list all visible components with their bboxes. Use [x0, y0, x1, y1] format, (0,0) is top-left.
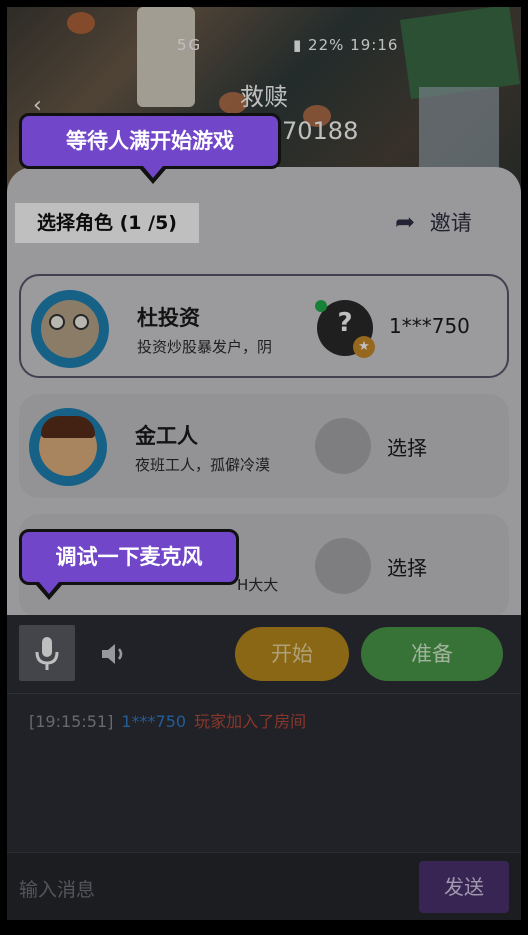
start-button[interactable]: 开始 — [235, 627, 349, 681]
role-card[interactable]: 金工人 夜班工人，孤僻冷漠 选择 — [19, 394, 509, 498]
player-slot: ? ★ — [315, 300, 375, 358]
role-name: 金工人 — [135, 424, 198, 448]
ready-button[interactable]: 准备 — [361, 627, 503, 681]
chat-log: [19:15:51] 1***750 玩家加入了房间 — [7, 694, 521, 852]
role-description: 夜班工人，孤僻冷漠 — [135, 456, 271, 474]
chat-text: 玩家加入了房间 — [194, 712, 307, 731]
role-name: 杜投资 — [137, 306, 200, 330]
choose-role-button[interactable]: 选择 — [387, 432, 427, 461]
role-avatar — [29, 408, 107, 486]
select-role-label: 选择角色 (1 /5) — [15, 203, 199, 243]
invite-label: 邀请 — [429, 211, 472, 235]
room-title: 救赎 — [240, 83, 288, 111]
player-name: 1***750 — [389, 314, 470, 338]
share-arrow-icon: ➦ — [395, 208, 416, 236]
message-input[interactable]: 输入消息 — [19, 875, 95, 902]
chat-message: [19:15:51] 1***750 玩家加入了房间 — [29, 708, 306, 732]
role-card[interactable]: 杜投资 投资炒股暴发户，阴 ? ★ 1***750 — [19, 274, 509, 378]
avatar-face — [41, 300, 99, 358]
message-input-bar: 输入消息 发送 — [7, 852, 521, 920]
room-id: 70188 — [282, 117, 359, 145]
avatar-eye — [73, 314, 89, 330]
tooltip-text: 等待人满开始游戏 — [66, 129, 234, 153]
empty-slot — [315, 418, 371, 474]
choose-role-button[interactable]: 选择 — [387, 552, 427, 581]
speaker-icon[interactable] — [99, 639, 129, 669]
tooltip-text: 调试一下麦克风 — [55, 545, 203, 569]
microphone-button[interactable] — [19, 625, 75, 681]
wait-tooltip: 等待人满开始游戏 — [19, 113, 281, 184]
avatar-hair — [41, 416, 95, 438]
unknown-player-icon: ? — [337, 308, 353, 338]
mic-tooltip: 调试一下麦克风 — [19, 529, 239, 600]
star-badge-icon: ★ — [353, 336, 375, 358]
microphone-icon — [35, 637, 59, 670]
app-screen: 5G ▮ 22% 19:16 ‹ 救赎 70188 选择角色 (1 /5) ➦ … — [7, 7, 521, 920]
network-indicator: 5G — [177, 36, 203, 54]
status-icons: ▮ 22% 19:16 — [293, 36, 398, 54]
avatar-eye — [49, 314, 65, 330]
lantern — [67, 12, 95, 34]
control-bar: 开始 准备 — [7, 615, 521, 693]
chat-username[interactable]: 1***750 — [121, 712, 186, 731]
chat-timestamp: [19:15:51] — [29, 712, 114, 731]
battery-icon: ▮ — [293, 36, 303, 54]
invite-button[interactable]: ➦ 邀请 — [395, 207, 472, 237]
empty-slot — [315, 538, 371, 594]
role-avatar — [31, 290, 109, 368]
send-button[interactable]: 发送 — [419, 861, 509, 913]
role-description: 投资炒股暴发户，阴 — [137, 338, 273, 356]
clock: 19:16 — [350, 36, 399, 54]
role-description: H大大 — [237, 576, 279, 594]
device-frame: 5G ▮ 22% 19:16 ‹ 救赎 70188 选择角色 (1 /5) ➦ … — [0, 0, 528, 935]
tooltip-pointer — [140, 166, 166, 184]
tooltip-pointer — [36, 582, 62, 600]
battery-level: 22% — [308, 36, 345, 54]
status-bar: 5G ▮ 22% 19:16 — [7, 34, 521, 58]
